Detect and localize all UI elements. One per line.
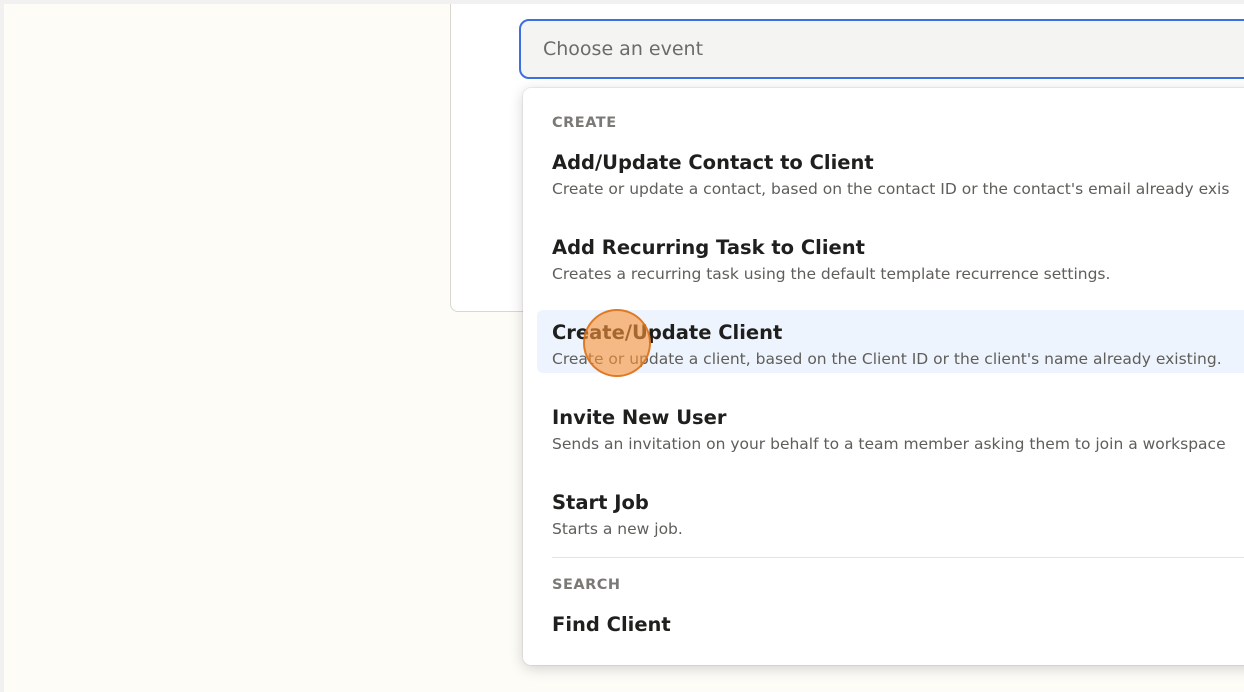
section-divider bbox=[552, 557, 1244, 558]
event-select-placeholder: Choose an event bbox=[543, 38, 704, 60]
option-title: Add/Update Contact to Client bbox=[552, 151, 874, 174]
option-create-update-client[interactable]: Create/Update Client Create or update a … bbox=[537, 310, 1244, 373]
option-description: Create or update a contact, based on the… bbox=[552, 180, 1230, 198]
option-start-job[interactable]: Start Job Starts a new job. bbox=[537, 480, 1244, 543]
section-header-search: SEARCH bbox=[552, 577, 621, 593]
option-add-update-contact-to-client[interactable]: Add/Update Contact to Client Create or u… bbox=[537, 140, 1244, 203]
option-invite-new-user[interactable]: Invite New User Sends an invitation on y… bbox=[537, 395, 1244, 458]
option-title: Create/Update Client bbox=[552, 321, 783, 344]
option-description: Sends an invitation on your behalf to a … bbox=[552, 435, 1226, 453]
option-description: Starts a new job. bbox=[552, 520, 683, 538]
option-title: Add Recurring Task to Client bbox=[552, 236, 865, 259]
option-find-client[interactable]: Find Client bbox=[537, 602, 1244, 665]
option-add-recurring-task-to-client[interactable]: Add Recurring Task to Client Creates a r… bbox=[537, 225, 1244, 288]
option-description: Create or update a client, based on the … bbox=[552, 350, 1222, 368]
option-title: Start Job bbox=[552, 491, 649, 514]
page-canvas: Choose an event CREATE Add/Update Contac… bbox=[4, 4, 1244, 692]
option-title: Find Client bbox=[552, 613, 671, 636]
event-select-input[interactable]: Choose an event bbox=[519, 19, 1244, 79]
event-dropdown-menu: CREATE Add/Update Contact to Client Crea… bbox=[523, 88, 1244, 665]
option-title: Invite New User bbox=[552, 406, 727, 429]
option-description: Creates a recurring task using the defau… bbox=[552, 265, 1111, 283]
section-header-create: CREATE bbox=[552, 115, 617, 131]
